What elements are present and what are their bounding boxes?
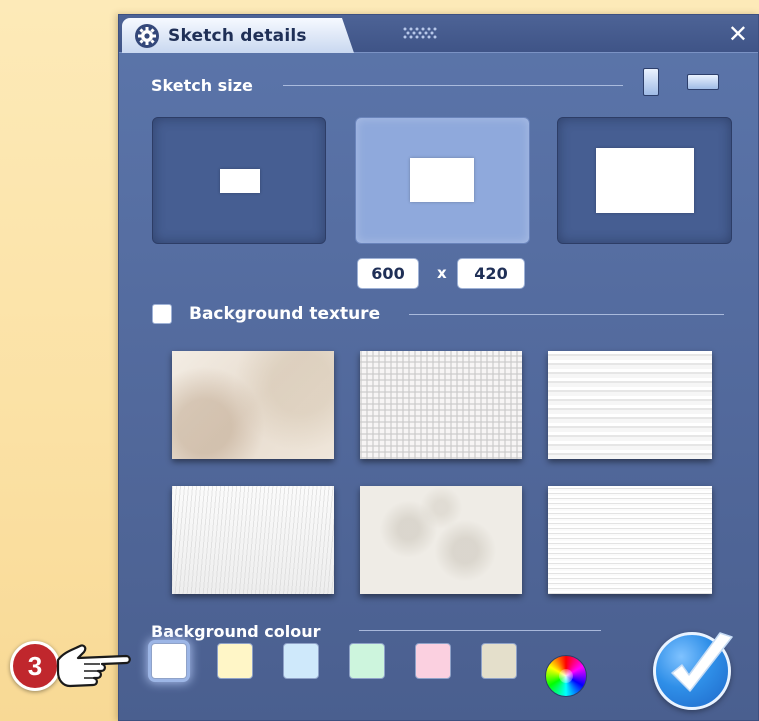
texture-crumpled-paper[interactable] (360, 486, 522, 594)
size-preset-small[interactable] (152, 117, 326, 244)
colour-swatch-beige[interactable] (481, 643, 517, 679)
sketch-details-dialog: Sketch details ✕ Sketch size 600 x 420 B… (118, 14, 759, 721)
texture-canvas-weave[interactable] (360, 351, 522, 459)
portrait-icon[interactable] (643, 68, 659, 96)
texture-fibrous-paper[interactable] (172, 486, 334, 594)
colour-swatch-mint[interactable] (349, 643, 385, 679)
title-bar[interactable]: Sketch details ✕ (119, 15, 758, 53)
background-texture-checkbox[interactable] (152, 304, 172, 324)
dimension-separator: x (437, 264, 447, 282)
colour-swatch-white[interactable] (151, 643, 187, 679)
background-texture-label: Background texture (189, 304, 381, 324)
size-preview (596, 148, 694, 213)
drag-grip-icon[interactable] (402, 26, 438, 40)
texture-brushed-white[interactable] (548, 351, 712, 459)
step-number-badge: 3 (10, 641, 60, 691)
size-preset-large[interactable] (557, 117, 732, 244)
confirm-button[interactable] (653, 632, 733, 710)
size-preset-medium[interactable] (355, 117, 530, 244)
pointing-hand-icon (56, 644, 131, 688)
texture-aged-paper[interactable] (172, 351, 334, 459)
texture-lined-white[interactable] (548, 486, 712, 594)
dialog-title: Sketch details (168, 25, 307, 46)
divider (283, 85, 623, 86)
height-input[interactable]: 420 (457, 258, 525, 289)
close-icon[interactable]: ✕ (728, 21, 748, 47)
sketch-size-label: Sketch size (151, 76, 253, 95)
colour-swatch-light-blue[interactable] (283, 643, 319, 679)
colour-wheel-icon[interactable] (545, 655, 587, 697)
landscape-icon[interactable] (687, 74, 719, 90)
title-tab: Sketch details (122, 18, 354, 53)
checkmark-icon (671, 632, 733, 692)
divider (359, 630, 601, 631)
colour-swatch-cream[interactable] (217, 643, 253, 679)
gear-icon (135, 23, 159, 48)
size-preview (220, 169, 260, 193)
width-input[interactable]: 600 (357, 258, 419, 289)
divider (409, 314, 724, 315)
size-preview (410, 158, 474, 202)
colour-swatch-pink[interactable] (415, 643, 451, 679)
background-colour-label: Background colour (151, 622, 321, 641)
